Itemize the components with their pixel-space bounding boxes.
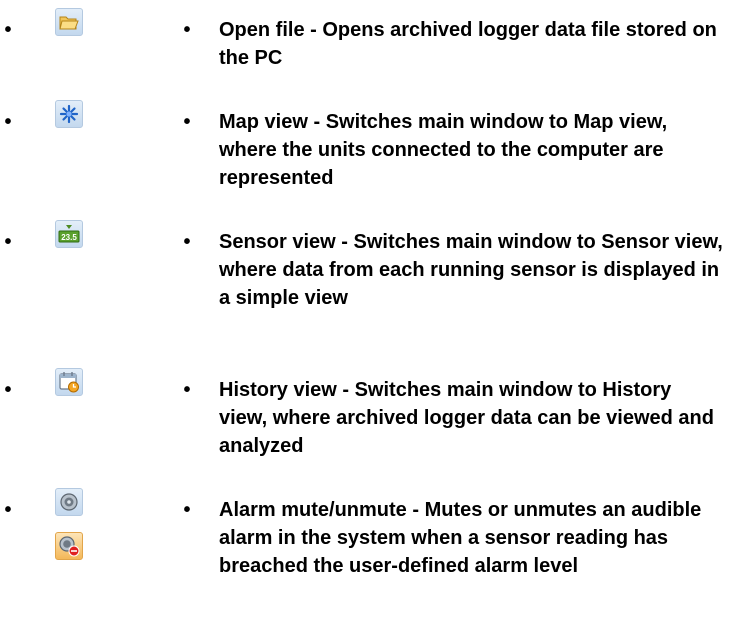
icon-cell [55,488,89,576]
bullet: • [4,379,12,401]
bullet: • [4,499,12,521]
icon-cell [55,8,89,52]
item-description: History view - Switches main window to H… [219,379,714,457]
bullet: • [4,111,12,133]
item-description: Alarm mute/unmute - Mutes or unmutes an … [219,499,702,577]
bullet: • [183,231,191,253]
icon-cell: 23.5 [55,220,89,264]
calendar-clock-icon[interactable] [55,368,83,396]
bullet: • [4,231,12,253]
open-folder-icon[interactable] [55,8,83,36]
speaker-icon[interactable] [55,488,83,516]
item-description: Map view - Switches main window to Map v… [219,111,668,189]
item-description: Open file - Opens archived logger data f… [219,19,717,69]
sensor-icon-readout: 23.5 [61,233,77,242]
item-description: Sensor view - Switches main window to Se… [219,231,723,309]
speaker-muted-icon[interactable] [55,532,83,560]
bullet: • [183,499,191,521]
bullet: • [183,379,191,401]
icon-cell [55,100,89,144]
star-burst-icon[interactable] [55,100,83,128]
icon-cell [55,368,89,412]
bullet: • [183,19,191,41]
bullet: • [4,19,12,41]
bullet: • [183,111,191,133]
sensor-display-icon[interactable]: 23.5 [55,220,83,248]
